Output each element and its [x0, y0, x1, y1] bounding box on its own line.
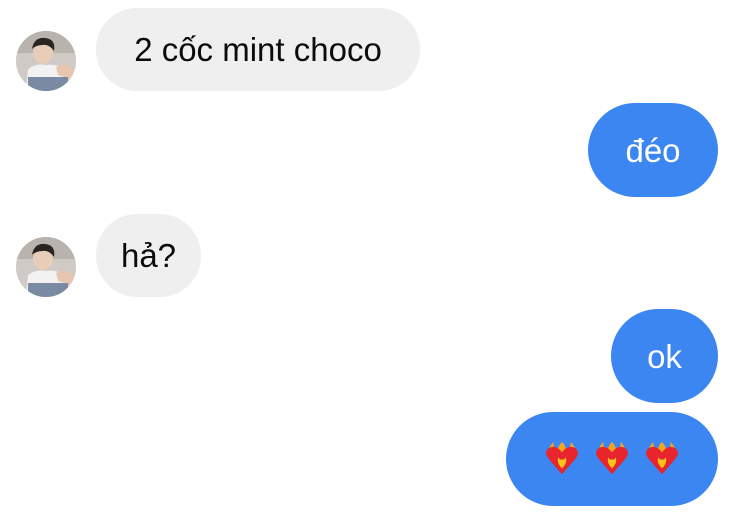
emoji-group — [543, 440, 681, 478]
outgoing-emoji-bubble[interactable] — [506, 412, 718, 506]
outgoing-message-bubble[interactable]: đéo — [588, 103, 718, 197]
message-text: 2 cốc mint choco — [134, 31, 382, 68]
incoming-message-bubble[interactable]: hả? — [96, 214, 201, 297]
contact-avatar-photo — [16, 31, 76, 91]
heart-on-fire-icon — [646, 441, 678, 475]
contact-avatar[interactable] — [16, 237, 76, 297]
contact-avatar[interactable] — [16, 31, 76, 91]
heart-on-fire-icon — [546, 441, 578, 475]
heart-on-fire-icon — [596, 441, 628, 475]
outgoing-message-bubble[interactable]: ok — [611, 309, 718, 403]
message-text: ok — [647, 337, 682, 375]
message-text: đéo — [625, 131, 681, 169]
contact-avatar-photo — [16, 237, 76, 297]
incoming-message-bubble[interactable]: 2 cốc mint choco — [96, 8, 420, 91]
message-text: hả? — [120, 237, 177, 274]
